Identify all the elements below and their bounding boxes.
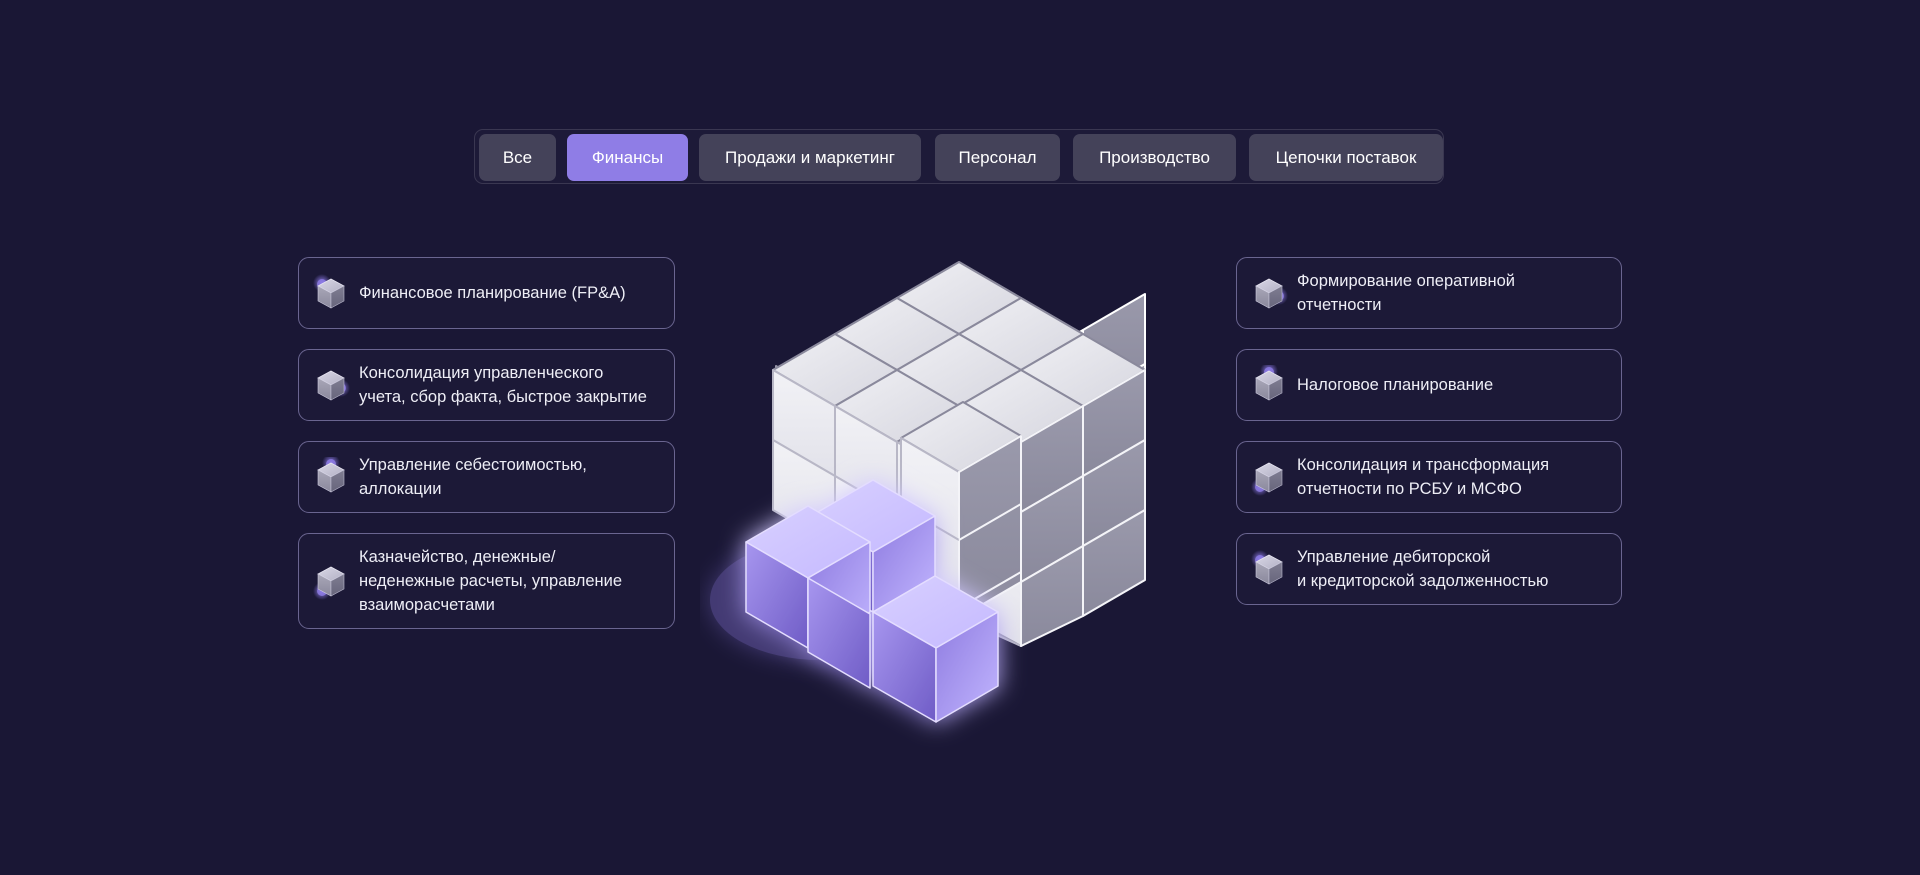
feature-card-tax-planning[interactable]: Налоговое планирование bbox=[1236, 349, 1622, 421]
cube-icon bbox=[1251, 457, 1289, 496]
feature-card-label: Управление себестоимостью, аллокации bbox=[359, 456, 587, 498]
cube-icon bbox=[1249, 273, 1288, 313]
feature-card-label: Казначейство, денежные/ неденежные расче… bbox=[359, 548, 623, 614]
rubiks-cube-illustration bbox=[710, 261, 1146, 723]
page: Все Финансы Продажи и маркетинг Персонал… bbox=[0, 0, 1920, 875]
cube-icon bbox=[1249, 365, 1289, 405]
tab-finance[interactable]: Финансы bbox=[567, 134, 688, 181]
feature-card-label: Консолидация и трансформация отчетности … bbox=[1297, 456, 1550, 498]
feature-card-ifrs-consolidation[interactable]: Консолидация и трансформация отчетности … bbox=[1236, 441, 1622, 513]
feature-card-cost[interactable]: Управление себестоимостью, аллокации bbox=[298, 441, 675, 513]
cube-icon bbox=[1251, 550, 1289, 589]
feature-card-label: Формирование оперативной отчетности bbox=[1297, 272, 1515, 314]
cube-icon bbox=[313, 561, 351, 600]
cube-icon bbox=[311, 365, 350, 405]
tab-supply-chain[interactable]: Цепочки поставок bbox=[1249, 134, 1443, 181]
feature-card-label: Финансовое планирование (FP&A) bbox=[359, 284, 626, 302]
cube-icon bbox=[311, 457, 351, 497]
feature-card-label: Налоговое планирование bbox=[1297, 376, 1494, 394]
tab-personnel[interactable]: Персонал bbox=[935, 134, 1060, 181]
category-tabs: Все Финансы Продажи и маркетинг Персонал… bbox=[474, 129, 1444, 184]
tab-all[interactable]: Все bbox=[479, 134, 556, 181]
feature-card-operational-reporting[interactable]: Формирование оперативной отчетности bbox=[1236, 257, 1622, 329]
cube-icon bbox=[313, 274, 351, 313]
feature-card-treasury[interactable]: Казначейство, денежные/ неденежные расче… bbox=[298, 533, 675, 629]
feature-card-consolidation[interactable]: Консолидация управленческого учета, сбор… bbox=[298, 349, 675, 421]
feature-card-label: Консолидация управленческого учета, сбор… bbox=[359, 364, 647, 406]
feature-card-fpa[interactable]: Финансовое планирование (FP&A) bbox=[298, 257, 675, 329]
tab-production[interactable]: Производство bbox=[1073, 134, 1236, 181]
feature-card-label: Управление дебиторской и кредиторской за… bbox=[1297, 548, 1549, 590]
tab-sales-marketing[interactable]: Продажи и маркетинг bbox=[699, 134, 921, 181]
feature-card-receivables[interactable]: Управление дебиторской и кредиторской за… bbox=[1236, 533, 1622, 605]
